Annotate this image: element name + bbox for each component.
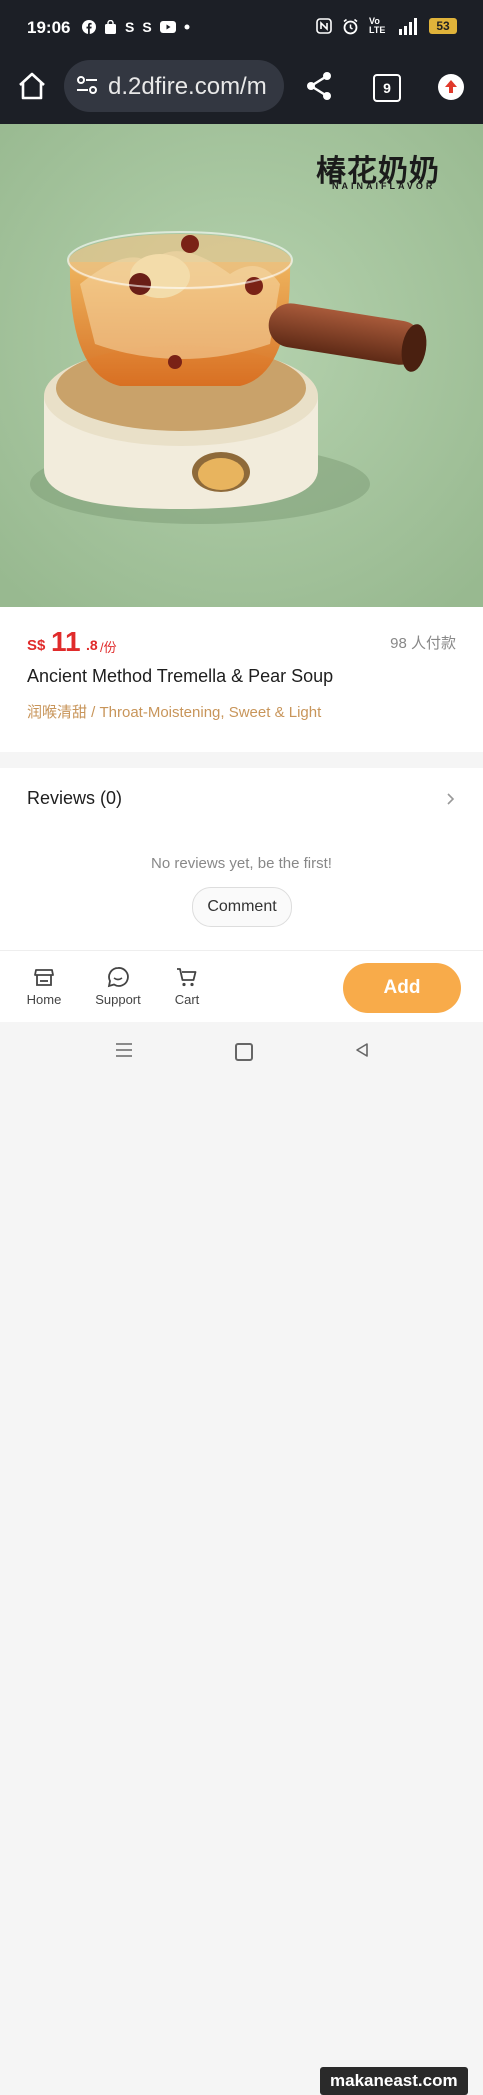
nav-support[interactable]: Support (88, 966, 148, 1007)
watermark: makaneast.com (320, 2067, 468, 2095)
browser-toolbar: d.2dfire.com/m 9 (0, 56, 483, 124)
tab-count-button[interactable]: 9 (373, 74, 401, 102)
nfc-icon (316, 18, 332, 34)
site-settings-icon[interactable] (76, 74, 98, 96)
back-icon[interactable] (354, 1042, 370, 1058)
add-to-cart-button[interactable]: Add (343, 963, 461, 1013)
nav-home-label: Home (26, 992, 62, 1007)
price-integer: 11 (51, 626, 81, 657)
share-icon[interactable] (304, 70, 334, 102)
notif-letter-s1: S (125, 19, 135, 35)
youtube-icon (159, 21, 176, 33)
cart-icon (177, 968, 197, 987)
nav-support-label: Support (95, 992, 141, 1007)
system-home-icon[interactable] (235, 1043, 253, 1061)
system-nav-bar: makaneast.com (0, 1022, 483, 2095)
dessert-illustration (0, 124, 483, 607)
price-decimal: .8 (86, 637, 98, 653)
reviews-title[interactable]: Reviews (0) (27, 788, 122, 809)
url-text: d.2dfire.com/m (108, 73, 267, 100)
product-subtitle: 润喉清甜 / Throat-Moistening, Sweet & Light (27, 704, 322, 721)
bottom-action-bar: Home Support Cart Add (0, 950, 483, 1023)
status-right: Vo LTE 53 (316, 17, 457, 35)
brand-logo-en: NAINAIFLAVOR (332, 181, 436, 191)
sold-count: 98 人付款 (390, 635, 456, 652)
chevron-right-icon[interactable] (446, 792, 456, 806)
more-dot-icon (184, 24, 190, 30)
notification-icons: S S (82, 19, 190, 35)
recent-apps-icon[interactable] (115, 1042, 133, 1058)
notif-letter-s2: S (142, 19, 152, 35)
store-icon (34, 969, 54, 986)
battery-indicator: 53 (429, 18, 457, 34)
reviews-empty-text: No reviews yet, be the first! (151, 855, 332, 872)
arrow-up-icon (445, 80, 457, 93)
price-unit: /份 (100, 640, 117, 655)
comment-button[interactable]: Comment (192, 887, 292, 927)
status-bar: 19:06 S S Vo LTE 53 (0, 0, 483, 56)
facebook-icon (82, 20, 96, 34)
product-info: S$ 11 .8 /份 98 人付款 Ancient Method Tremel… (0, 607, 483, 752)
status-time: 19:06 (27, 18, 71, 37)
chat-support-icon (107, 967, 129, 988)
nav-cart[interactable]: Cart (157, 966, 217, 1007)
nav-cart-label: Cart (174, 992, 200, 1007)
network-label: Vo LTE (369, 16, 386, 35)
alarm-icon (343, 18, 358, 34)
update-button[interactable] (438, 74, 464, 100)
home-icon[interactable] (16, 70, 48, 102)
reviews-section: Reviews (0) No reviews yet, be the first… (0, 768, 483, 950)
price-currency: S$ (27, 637, 46, 654)
signal-icon (399, 17, 417, 35)
product-title: Ancient Method Tremella & Pear Soup (27, 666, 334, 686)
url-field[interactable]: d.2dfire.com/m (64, 60, 284, 112)
product-image: 椿花奶奶 NAINAIFLAVOR (0, 124, 483, 607)
shop-bag-icon (105, 20, 116, 34)
nav-home[interactable]: Home (14, 966, 74, 1007)
